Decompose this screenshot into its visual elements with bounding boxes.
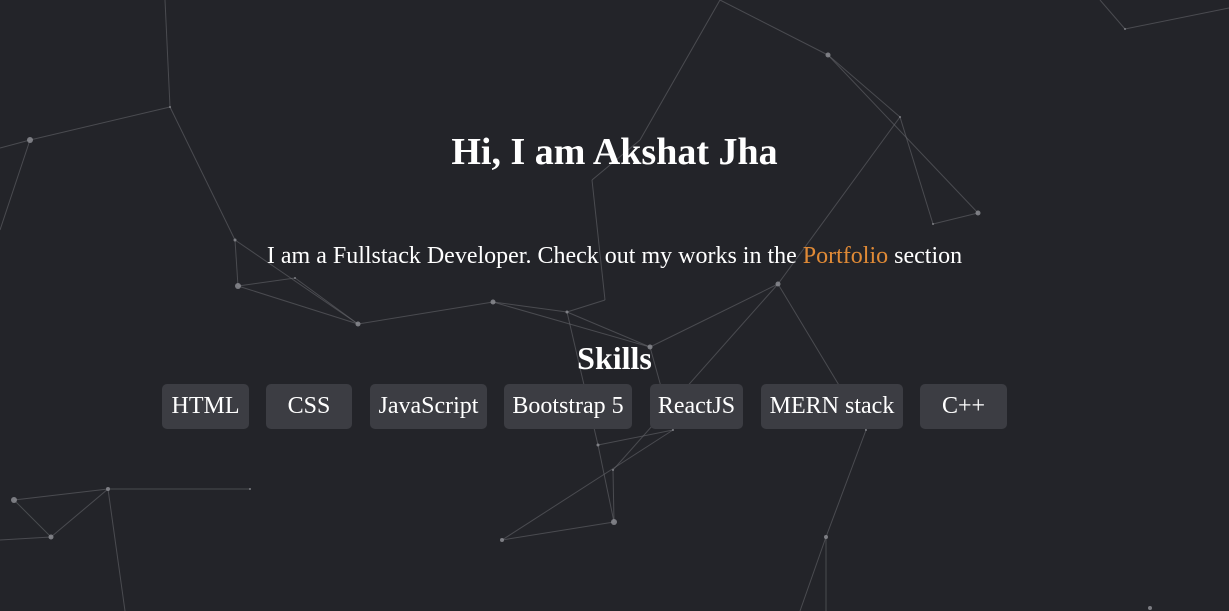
hero-subtitle-lead: I am a Fullstack Developer. Check out my… [266, 243, 803, 269]
skills-heading: Skills [577, 340, 652, 376]
skill-chip-bootstrap: Bootstrap 5 [504, 384, 632, 429]
portfolio-link[interactable]: Portfolio [803, 243, 888, 269]
skill-chip-mern-stack: MERN stack [761, 384, 903, 429]
hero-subtitle: I am a Fullstack Developer. Check out my… [0, 240, 1229, 272]
hero-section: Hi, I am Akshat Jha I am a Fullstack Dev… [0, 0, 1229, 611]
skill-chip-html: HTML [162, 384, 249, 429]
skill-chip-javascript: JavaScript [370, 384, 487, 429]
page-stage: Hi, I am Akshat Jha I am a Fullstack Dev… [0, 0, 1229, 611]
hero-title: Hi, I am Akshat Jha [451, 131, 778, 173]
skill-chip-cpp: C++ [920, 384, 1007, 429]
hero-subtitle-tail: section [888, 243, 963, 269]
skill-chip-css: CSS [266, 384, 352, 429]
skill-chip-reactjs: ReactJS [650, 384, 743, 429]
